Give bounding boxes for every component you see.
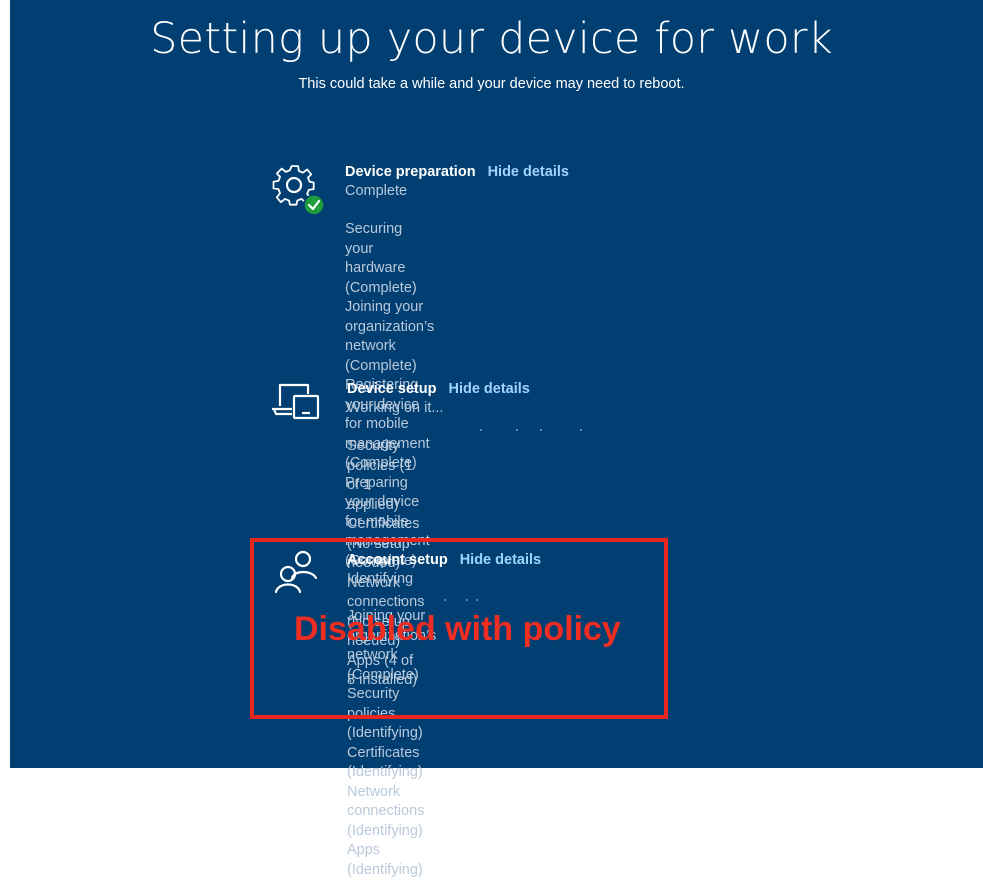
hide-details-link[interactable]: Hide details: [448, 381, 529, 397]
detail-item: Apps (Identifying): [347, 842, 423, 878]
detail-item: Security policies (1 of 1 applied): [347, 438, 413, 513]
section-status: Working on it...: [347, 400, 444, 416]
progress-dots: [480, 429, 590, 432]
section-status: Complete: [345, 183, 408, 199]
detail-item: Network connections (Identifying): [347, 783, 425, 839]
gear-check-icon: [268, 160, 328, 220]
annotation-label: Disabled with policy: [294, 610, 621, 648]
detail-item: Securing your hardware (Complete): [345, 221, 417, 296]
device-setup-icon: [270, 380, 324, 424]
detail-item: Joining your organization’s network (Com…: [345, 299, 435, 374]
section-title: Device preparation: [345, 164, 476, 180]
detail-item: Certificates (Identifying): [347, 744, 423, 781]
page-subtitle: This could take a while and your device …: [298, 76, 685, 92]
page-title: Setting up your device for work: [150, 14, 833, 64]
hide-details-link[interactable]: Hide details: [488, 164, 569, 180]
section-title: Device setup: [347, 381, 437, 397]
